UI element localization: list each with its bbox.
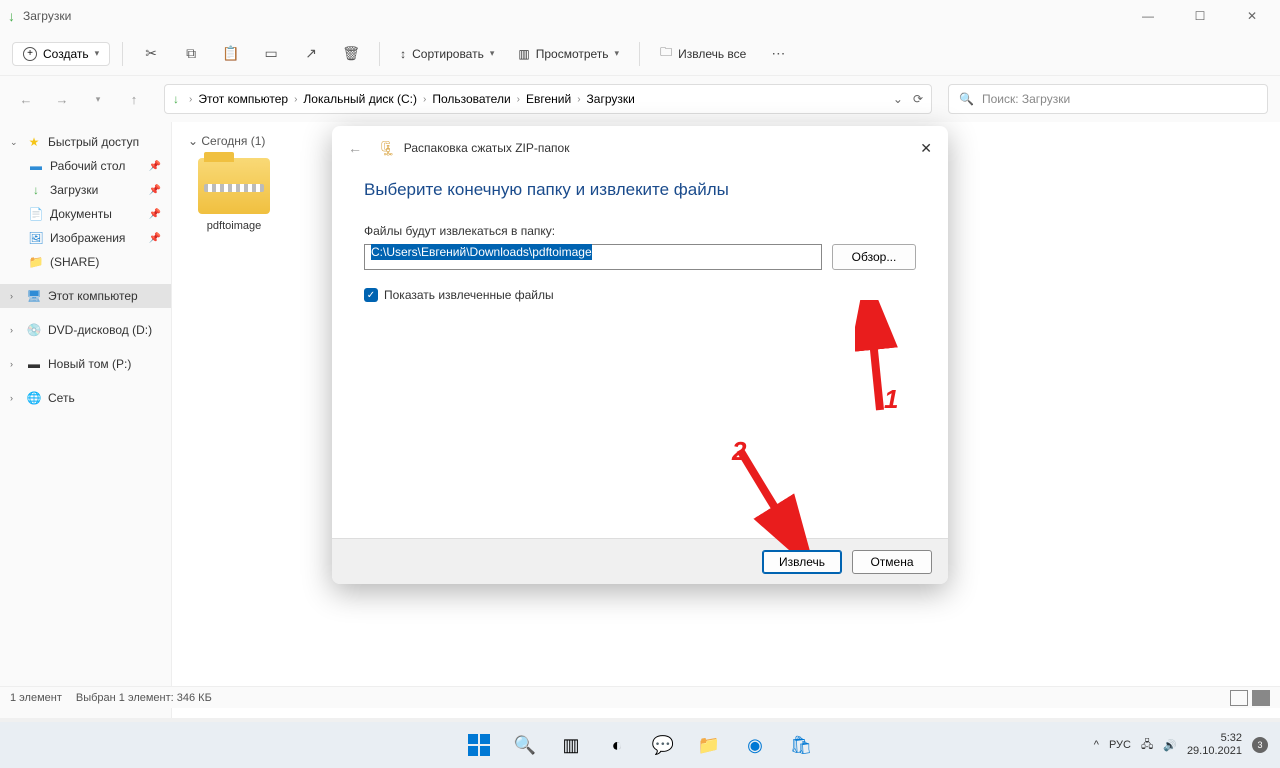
- copy-icon[interactable]: ⧉: [175, 38, 207, 70]
- details-view-icon[interactable]: [1230, 690, 1248, 706]
- start-button[interactable]: [461, 727, 497, 763]
- create-button[interactable]: + Создать ▾: [12, 42, 110, 66]
- plus-icon: +: [23, 47, 37, 61]
- more-icon[interactable]: ⋯: [762, 38, 794, 70]
- paste-icon[interactable]: 📋: [215, 38, 247, 70]
- extract-button[interactable]: Извлечь: [762, 550, 842, 574]
- dialog-close-button[interactable]: ✕: [920, 140, 932, 157]
- breadcrumb-dropdown[interactable]: ⌄: [893, 92, 903, 106]
- breadcrumb[interactable]: ↓ › Этот компьютер › Локальный диск (C:)…: [164, 84, 932, 114]
- language-indicator[interactable]: РУС: [1109, 739, 1131, 751]
- breadcrumb-item[interactable]: Загрузки: [587, 92, 635, 106]
- chat-button[interactable]: 💬: [645, 727, 681, 763]
- sidebar-item-downloads[interactable]: ↓Загрузки📌: [0, 178, 171, 202]
- pin-icon: 📌: [149, 185, 161, 196]
- browse-button[interactable]: Обзор...: [832, 244, 916, 270]
- sort-icon: ↕: [400, 47, 406, 61]
- extract-all-button[interactable]: 🗀 Извлечь все: [652, 39, 754, 68]
- dialog-heading: Выберите конечную папку и извлеките файл…: [364, 180, 916, 200]
- chevron-down-icon: ▾: [490, 48, 495, 59]
- up-button[interactable]: ↑: [120, 85, 148, 113]
- large-icons-view-icon[interactable]: [1252, 690, 1270, 706]
- explorer-button[interactable]: 📁: [691, 727, 727, 763]
- rename-icon[interactable]: ▭: [255, 38, 287, 70]
- refresh-button[interactable]: ⟳: [913, 92, 923, 106]
- toolbar: + Создать ▾ ✂ ⧉ 📋 ▭ ↗ 🗑 ↕ Сортировать ▾ …: [0, 32, 1280, 76]
- forward-button[interactable]: →: [48, 85, 76, 113]
- sidebar-item-share[interactable]: 📁(SHARE): [0, 250, 171, 274]
- sort-button[interactable]: ↕ Сортировать ▾: [392, 43, 502, 65]
- store-button[interactable]: 🛍: [783, 727, 819, 763]
- share-icon[interactable]: ↗: [295, 38, 327, 70]
- navbar: ← → ▾ ↑ ↓ › Этот компьютер › Локальный д…: [0, 76, 1280, 122]
- pin-icon: 📌: [149, 233, 161, 244]
- breadcrumb-item[interactable]: Этот компьютер: [198, 92, 288, 106]
- extract-dialog: ← 🗜 Распаковка сжатых ZIP-папок ✕ Выбери…: [332, 126, 948, 584]
- search-placeholder: Поиск: Загрузки: [982, 92, 1070, 106]
- taskbar: 🔍 ▥ ◐ 💬 📁 ◉ 🛍 ^ РУС 🖧 🔊 5:32 29.10.2021 …: [0, 722, 1280, 768]
- view-label: Просмотреть: [536, 47, 609, 61]
- minimize-button[interactable]: ―: [1128, 9, 1168, 23]
- zip-folder-icon: [198, 158, 270, 214]
- destination-input[interactable]: C:\Users\Евгений\Downloads\pdftoimage: [364, 244, 822, 270]
- pin-icon: 📌: [149, 161, 161, 172]
- chevron-down-icon: ▾: [95, 48, 100, 59]
- pin-icon: 📌: [149, 209, 161, 220]
- create-label: Создать: [43, 47, 89, 61]
- sidebar-item-network[interactable]: ›🌐Сеть: [0, 386, 171, 410]
- network-icon[interactable]: 🖧: [1141, 736, 1153, 755]
- sidebar-item-dvd[interactable]: ›💿DVD-дисковод (D:): [0, 318, 171, 342]
- item-count: 1 элемент: [10, 692, 62, 704]
- show-files-label: Показать извлеченные файлы: [384, 288, 554, 302]
- volume-icon[interactable]: 🔊: [1163, 739, 1177, 752]
- view-button[interactable]: ▥ Просмотреть ▾: [510, 43, 627, 65]
- destination-label: Файлы будут извлекаться в папку:: [364, 224, 916, 238]
- search-input[interactable]: 🔍 Поиск: Загрузки: [948, 84, 1268, 114]
- close-button[interactable]: ✕: [1232, 9, 1272, 23]
- sidebar-item-new-volume[interactable]: ›▬Новый том (P:): [0, 352, 171, 376]
- sidebar-item-pictures[interactable]: 🖼Изображения📌: [0, 226, 171, 250]
- sidebar-item-documents[interactable]: 📄Документы📌: [0, 202, 171, 226]
- window-title: Загрузки: [23, 9, 71, 23]
- dialog-title: Распаковка сжатых ZIP-папок: [404, 141, 570, 155]
- task-view-button[interactable]: ▥: [553, 727, 589, 763]
- sidebar: ⌄★Быстрый доступ ▬Рабочий стол📌 ↓Загрузк…: [0, 122, 172, 718]
- titlebar: ↓ Загрузки ― ☐ ✕: [0, 0, 1280, 32]
- sidebar-item-this-pc[interactable]: ›🖥Этот компьютер: [0, 284, 171, 308]
- app-icon: ↓: [8, 8, 15, 24]
- clock[interactable]: 5:32 29.10.2021: [1187, 732, 1242, 758]
- sidebar-quick-access[interactable]: ⌄★Быстрый доступ: [0, 130, 171, 154]
- delete-icon[interactable]: 🗑: [335, 38, 367, 70]
- file-name: pdftoimage: [188, 220, 280, 232]
- sidebar-item-desktop[interactable]: ▬Рабочий стол📌: [0, 154, 171, 178]
- edge-button[interactable]: ◉: [737, 727, 773, 763]
- statusbar: 1 элемент Выбран 1 элемент: 346 КБ: [0, 686, 1280, 708]
- back-button[interactable]: ←: [12, 85, 40, 113]
- extract-icon: 🗀: [660, 43, 672, 64]
- selection-info: Выбран 1 элемент: 346 КБ: [76, 692, 212, 704]
- checkbox-checked-icon: ✓: [364, 288, 378, 302]
- downloads-icon: ↓: [173, 92, 179, 106]
- zip-icon: 🗜: [378, 140, 396, 157]
- chevron-down-icon: ▾: [615, 48, 620, 59]
- widgets-button[interactable]: ◐: [599, 727, 635, 763]
- file-item[interactable]: pdftoimage: [188, 158, 280, 232]
- search-button[interactable]: 🔍: [507, 727, 543, 763]
- view-icon: ▥: [518, 47, 529, 61]
- maximize-button[interactable]: ☐: [1180, 9, 1220, 23]
- extract-label: Извлечь все: [678, 47, 746, 61]
- show-files-checkbox[interactable]: ✓ Показать извлеченные файлы: [364, 288, 916, 302]
- breadcrumb-item[interactable]: Локальный диск (C:): [303, 92, 417, 106]
- dialog-back-button[interactable]: ←: [348, 140, 362, 156]
- notification-badge[interactable]: 3: [1252, 737, 1268, 753]
- cancel-button[interactable]: Отмена: [852, 550, 932, 574]
- cut-icon[interactable]: ✂: [135, 38, 167, 70]
- breadcrumb-item[interactable]: Пользователи: [432, 92, 510, 106]
- tray-overflow[interactable]: ^: [1094, 739, 1099, 751]
- recent-dropdown[interactable]: ▾: [84, 85, 112, 113]
- search-icon: 🔍: [959, 92, 974, 106]
- sort-label: Сортировать: [412, 47, 484, 61]
- breadcrumb-item[interactable]: Евгений: [526, 92, 571, 106]
